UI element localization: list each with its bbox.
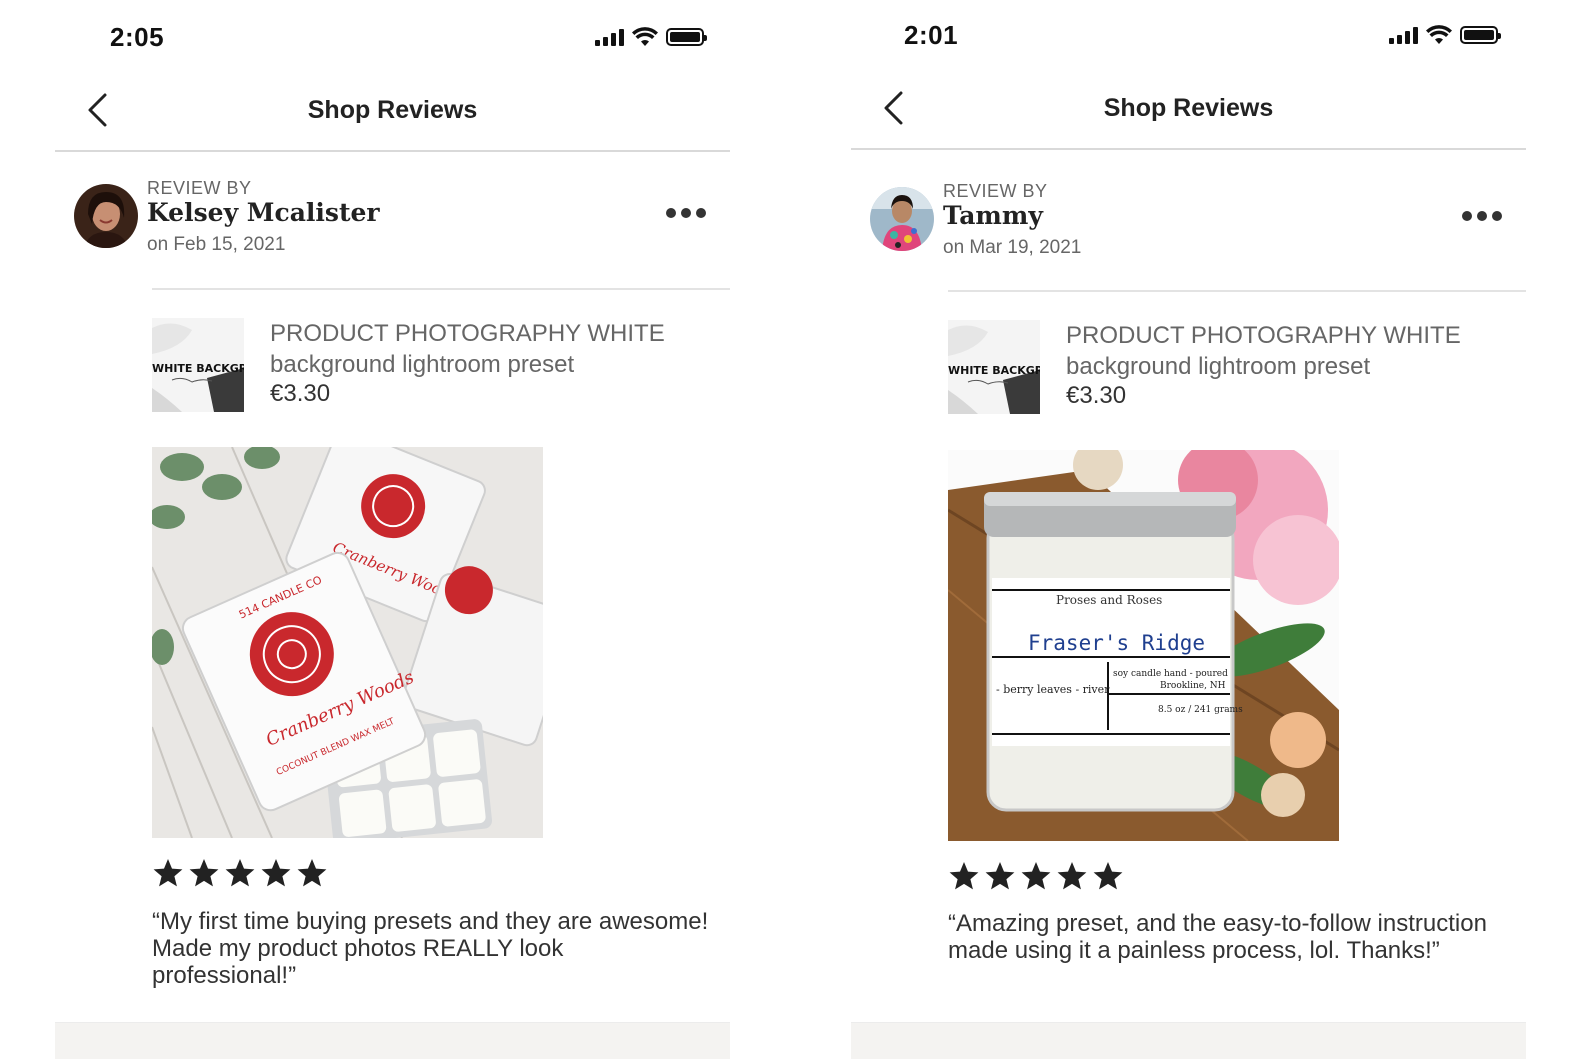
product-thumbnail[interactable]: WHITE BACKGROUND (152, 318, 244, 412)
thumb-text: WHITE BACKGROUND (152, 362, 244, 375)
reviewer-name[interactable]: Kelsey Mcalister (147, 198, 380, 227)
battery-icon (1460, 26, 1501, 44)
status-time: 2:01 (904, 20, 959, 50)
product-title-line2: background lightroom preset (1066, 353, 1371, 380)
star-icon (225, 859, 255, 887)
nav-bar: Shop Reviews (851, 78, 1526, 150)
reviewer-header: REVIEW BY Tammy on Mar 19, 2021 (870, 181, 1510, 271)
product-price: €3.30 (270, 380, 331, 407)
star-icon (261, 859, 291, 887)
next-card-edge (55, 1022, 730, 1059)
status-icons (1389, 25, 1501, 45)
product-title: PRODUCT PHOTOGRAPHY WHITE background lig… (270, 318, 730, 380)
product-price: €3.30 (1066, 382, 1127, 409)
review-by-label: REVIEW BY (147, 178, 252, 198)
reviewer-name[interactable]: Tammy (943, 201, 1043, 230)
photo-weight-text: 8.5 oz / 241 grams (1158, 705, 1243, 715)
star-rating (152, 857, 328, 889)
star-icon (949, 862, 979, 890)
nav-bar: Shop Reviews (55, 80, 730, 152)
product-item[interactable]: WHITE BACKGROUND PRODUCT PHOTOGRAPHY WHI… (948, 320, 1528, 418)
avatar[interactable] (74, 184, 138, 248)
review-photo[interactable]: Proses and Roses Fraser's Ridge - berry … (948, 450, 1339, 841)
review-screen-kelsey: 2:05 Shop Reviews REVIEW BY Kelsey Mcali… (0, 0, 794, 1059)
signal-icon (595, 28, 624, 46)
battery-icon (666, 28, 707, 46)
product-item[interactable]: WHITE BACKGROUND PRODUCT PHOTOGRAPHY WHI… (152, 318, 732, 416)
star-icon (1057, 862, 1087, 890)
product-thumbnail[interactable]: WHITE BACKGROUND (948, 320, 1040, 414)
status-icons (595, 27, 707, 47)
product-title: PRODUCT PHOTOGRAPHY WHITE background lig… (1066, 320, 1526, 382)
wifi-icon (632, 27, 658, 46)
divider (948, 290, 1526, 292)
status-time: 2:05 (110, 22, 165, 52)
star-icon (297, 859, 327, 887)
thumb-text: WHITE BACKGROUND (948, 364, 1040, 377)
signal-icon (1389, 26, 1418, 44)
photo-place-text: Brookline, NH (1160, 681, 1226, 691)
photo-desc-text: soy candle hand - poured (1113, 669, 1228, 679)
wifi-icon (1426, 25, 1452, 44)
reviewer-header: REVIEW BY Kelsey Mcalister on Feb 15, 20… (74, 178, 714, 268)
star-rating (948, 860, 1124, 892)
page-title: Shop Reviews (307, 96, 478, 124)
more-options-icon[interactable] (666, 208, 706, 218)
product-title-line2: background lightroom preset (270, 351, 575, 378)
review-date: on Feb 15, 2021 (147, 234, 286, 255)
divider (152, 288, 730, 290)
review-text: “My first time buying presets and they a… (152, 908, 709, 989)
review-date: on Mar 19, 2021 (943, 237, 1082, 258)
star-icon (1093, 862, 1123, 890)
product-title-line1: PRODUCT PHOTOGRAPHY WHITE (1066, 322, 1461, 349)
avatar[interactable] (870, 187, 934, 251)
review-screen-tammy: 2:01 Shop Reviews REVIEW BY Tammy on Mar… (794, 0, 1588, 1059)
page-title: Shop Reviews (1103, 94, 1274, 122)
star-icon (985, 862, 1015, 890)
product-title-line1: PRODUCT PHOTOGRAPHY WHITE (270, 320, 665, 347)
star-icon (189, 859, 219, 887)
more-options-icon[interactable] (1462, 211, 1502, 221)
review-photo[interactable]: Cranberry Woods 514 CANDLE CO Cranberry … (152, 447, 543, 838)
photo-notes-text: - berry leaves - river (996, 683, 1110, 696)
review-text: “Amazing preset, and the easy-to-follow … (948, 910, 1487, 964)
next-card-edge (851, 1022, 1526, 1059)
star-icon (1021, 862, 1051, 890)
photo-scent-text: Fraser's Ridge (1028, 631, 1205, 655)
review-by-label: REVIEW BY (943, 181, 1048, 201)
photo-brand-text: Proses and Roses (1056, 593, 1162, 607)
star-icon (153, 859, 183, 887)
